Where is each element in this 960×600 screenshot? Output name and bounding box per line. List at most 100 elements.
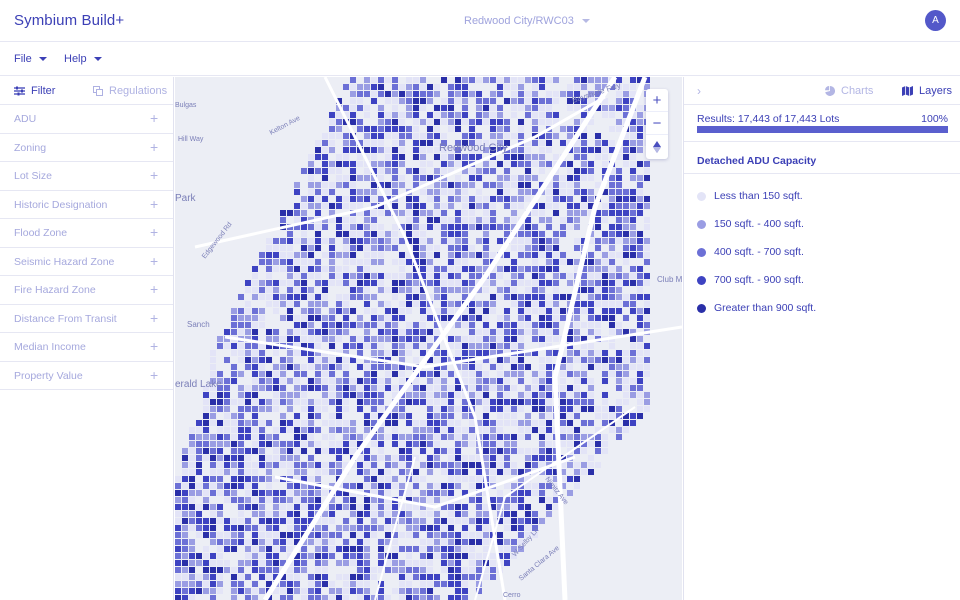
parcel[interactable] (336, 525, 342, 531)
parcel[interactable] (497, 189, 503, 195)
parcel[interactable] (469, 539, 475, 545)
parcel[interactable] (308, 252, 314, 258)
parcel[interactable] (455, 455, 461, 461)
parcel[interactable] (469, 315, 475, 321)
parcel[interactable] (560, 140, 566, 146)
parcel[interactable] (315, 462, 321, 468)
parcel[interactable] (490, 308, 496, 314)
parcel[interactable] (189, 504, 195, 510)
parcel[interactable] (469, 427, 475, 433)
parcel[interactable] (259, 406, 265, 412)
parcel[interactable] (280, 518, 286, 524)
parcel[interactable] (378, 84, 384, 90)
parcel[interactable] (413, 210, 419, 216)
parcel[interactable] (350, 525, 356, 531)
parcel[interactable] (196, 462, 202, 468)
parcel[interactable] (525, 490, 531, 496)
parcel[interactable] (280, 581, 286, 587)
parcel[interactable] (378, 175, 384, 181)
parcel[interactable] (448, 504, 454, 510)
parcel[interactable] (203, 448, 209, 454)
parcel[interactable] (588, 350, 594, 356)
parcel[interactable] (357, 567, 363, 573)
parcel[interactable] (483, 574, 489, 580)
parcel[interactable] (609, 105, 615, 111)
parcel[interactable] (497, 364, 503, 370)
parcel[interactable] (441, 532, 447, 538)
parcel[interactable] (294, 189, 300, 195)
parcel[interactable] (511, 294, 517, 300)
parcel[interactable] (525, 462, 531, 468)
parcel[interactable] (602, 203, 608, 209)
parcel[interactable] (616, 287, 622, 293)
parcel[interactable] (259, 308, 265, 314)
parcel[interactable] (462, 196, 468, 202)
parcel[interactable] (357, 259, 363, 265)
parcel[interactable] (357, 287, 363, 293)
parcel[interactable] (336, 455, 342, 461)
parcel[interactable] (301, 350, 307, 356)
parcel[interactable] (252, 322, 258, 328)
parcel[interactable] (434, 294, 440, 300)
parcel[interactable] (434, 182, 440, 188)
parcel[interactable] (371, 210, 377, 216)
parcel[interactable] (350, 343, 356, 349)
parcel[interactable] (462, 98, 468, 104)
parcel[interactable] (609, 427, 615, 433)
parcel[interactable] (210, 455, 216, 461)
parcel[interactable] (497, 161, 503, 167)
parcel[interactable] (476, 308, 482, 314)
parcel[interactable] (630, 161, 636, 167)
parcel[interactable] (406, 224, 412, 230)
parcel[interactable] (273, 441, 279, 447)
parcel[interactable] (371, 196, 377, 202)
parcel[interactable] (588, 329, 594, 335)
parcel[interactable] (175, 504, 181, 510)
parcel[interactable] (259, 574, 265, 580)
parcel[interactable] (378, 378, 384, 384)
parcel[interactable] (406, 168, 412, 174)
parcel[interactable] (560, 231, 566, 237)
parcel[interactable] (476, 329, 482, 335)
parcel[interactable] (273, 539, 279, 545)
parcel[interactable] (392, 182, 398, 188)
parcel[interactable] (525, 224, 531, 230)
parcel[interactable] (469, 553, 475, 559)
parcel[interactable] (280, 252, 286, 258)
parcel[interactable] (483, 119, 489, 125)
parcel[interactable] (343, 266, 349, 272)
parcel[interactable] (441, 280, 447, 286)
parcel[interactable] (497, 224, 503, 230)
parcel[interactable] (441, 378, 447, 384)
parcel[interactable] (490, 469, 496, 475)
parcel[interactable] (455, 175, 461, 181)
parcel[interactable] (315, 546, 321, 552)
parcel[interactable] (336, 336, 342, 342)
parcel[interactable] (371, 441, 377, 447)
parcel[interactable] (308, 329, 314, 335)
parcel[interactable] (273, 504, 279, 510)
parcel[interactable] (420, 490, 426, 496)
parcel[interactable] (315, 273, 321, 279)
parcel[interactable] (546, 406, 552, 412)
parcel[interactable] (238, 308, 244, 314)
parcel[interactable] (294, 238, 300, 244)
parcel[interactable] (301, 504, 307, 510)
parcel[interactable] (616, 371, 622, 377)
parcel[interactable] (385, 525, 391, 531)
parcel[interactable] (287, 441, 293, 447)
parcel[interactable] (294, 560, 300, 566)
parcel[interactable] (623, 357, 629, 363)
parcel[interactable] (364, 455, 370, 461)
parcel[interactable] (308, 574, 314, 580)
parcel[interactable] (217, 546, 223, 552)
parcel[interactable] (308, 182, 314, 188)
parcel[interactable] (490, 567, 496, 573)
parcel[interactable] (315, 238, 321, 244)
parcel[interactable] (455, 119, 461, 125)
parcel[interactable] (413, 483, 419, 489)
parcel[interactable] (252, 427, 258, 433)
parcel[interactable] (448, 525, 454, 531)
parcel[interactable] (497, 336, 503, 342)
parcel[interactable] (602, 434, 608, 440)
